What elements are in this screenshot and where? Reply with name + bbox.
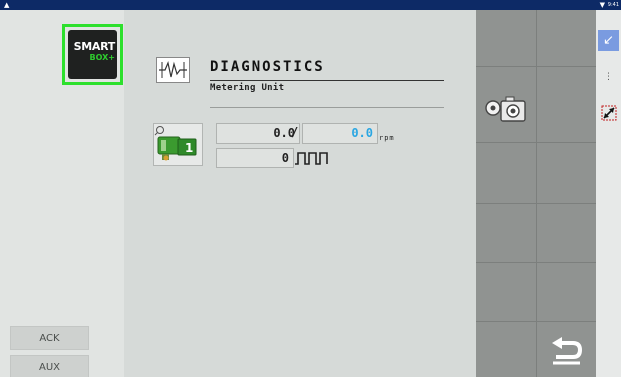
- grid-divider: [476, 203, 596, 204]
- pulse-count-value: 0: [216, 148, 294, 168]
- actual-speed-value: 0.0: [216, 123, 300, 144]
- waveform-icon: [156, 57, 190, 83]
- metering-unit-button[interactable]: 1: [153, 123, 203, 166]
- ack-button[interactable]: ACK: [10, 326, 89, 350]
- grid-divider: [476, 262, 596, 263]
- header-divider: [210, 107, 444, 108]
- smartbox-logo[interactable]: SMART BOX+: [62, 24, 123, 85]
- aux-button[interactable]: AUX: [10, 355, 89, 377]
- status-time: 9:41: [607, 2, 619, 8]
- wifi-icon: ▼: [599, 1, 605, 9]
- camera-sensor-icon: [485, 96, 526, 122]
- camera-sensor-button[interactable]: [480, 92, 532, 132]
- page-title: DIAGNOSTICS: [210, 59, 325, 75]
- softkey-grid: [476, 10, 596, 377]
- right-toolbar: ↙ ⋮: [596, 10, 621, 377]
- speed-unit: rpm: [379, 134, 395, 142]
- left-panel: SMART BOX+ ACK AUX: [0, 10, 124, 377]
- grid-divider: [476, 142, 596, 143]
- pulse-signal-icon: [295, 152, 328, 165]
- metering-unit-icon: [154, 126, 197, 161]
- target-speed-value: 0.0: [302, 123, 378, 144]
- resize-icon[interactable]: [598, 102, 619, 123]
- logo-line1: SMART: [73, 40, 116, 53]
- speed-separator: /: [291, 125, 299, 139]
- grid-divider: [476, 321, 596, 322]
- minimize-arrow-icon[interactable]: ↙: [598, 30, 619, 51]
- unit-number: 1: [185, 141, 194, 155]
- home-icon[interactable]: ▲: [4, 1, 9, 9]
- more-vert-icon[interactable]: ⋮: [598, 66, 619, 87]
- status-bar: ▲ ▼ 9:41: [0, 0, 621, 10]
- page-subtitle: Metering Unit: [210, 83, 285, 93]
- logo-line2: BOX+: [89, 53, 115, 62]
- grid-divider: [476, 66, 596, 67]
- logo-badge: SMART BOX+: [68, 30, 117, 79]
- back-button[interactable]: [538, 328, 594, 372]
- return-arrow-icon: [552, 337, 583, 365]
- title-underline: [210, 80, 444, 81]
- main-panel: DIAGNOSTICS Metering Unit 1 0.0 / 0.0 rp…: [124, 10, 476, 377]
